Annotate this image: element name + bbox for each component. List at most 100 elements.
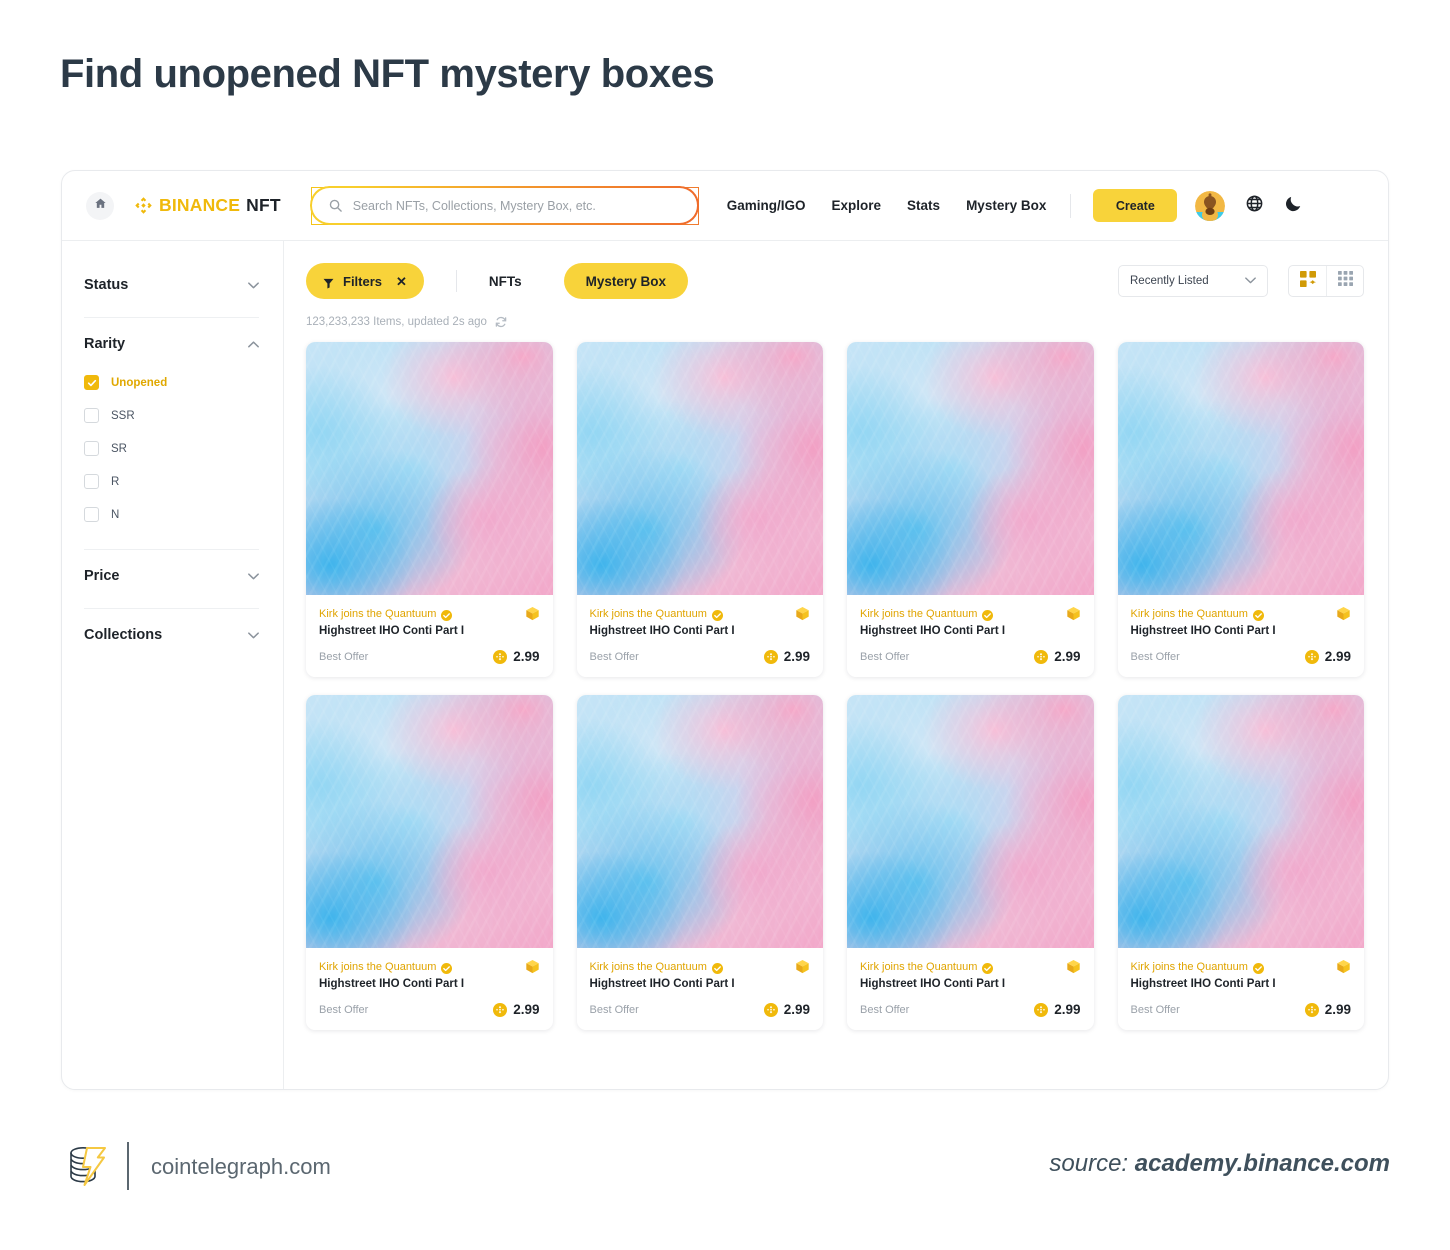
nft-price-row: Best Offer2.99 (590, 1002, 811, 1017)
nft-offer-label: Best Offer (860, 1004, 909, 1016)
nft-price: 2.99 (1034, 649, 1080, 664)
binance-diamond-icon (134, 196, 153, 215)
nft-collection-row: Kirk joins the Quantuum (1131, 959, 1352, 974)
nft-collection-name[interactable]: Kirk joins the Quantuum (1131, 608, 1248, 620)
nft-collection-name[interactable]: Kirk joins the Quantuum (319, 608, 436, 620)
nft-card[interactable]: Kirk joins the Quantuum Highstreet IHO Co… (847, 342, 1094, 677)
filter-group-status: Status (84, 263, 259, 307)
home-button[interactable] (86, 192, 114, 220)
nft-offer-label: Best Offer (1131, 651, 1180, 663)
nft-collection-name[interactable]: Kirk joins the Quantuum (319, 961, 436, 973)
nft-card[interactable]: Kirk joins the QuantuumHighstreet IHO Co… (1118, 695, 1365, 1030)
footer-site-label: cointelegraph.com (151, 1154, 331, 1180)
globe-icon[interactable] (1245, 194, 1264, 218)
checkbox-icon[interactable] (84, 507, 99, 522)
nft-title: Highstreet IHO Conti Part I (860, 625, 1081, 637)
filter-header-status[interactable]: Status (84, 263, 259, 307)
nav-divider (1070, 194, 1071, 218)
nft-card-body: Kirk joins the QuantuumHighstreet IHO Co… (577, 948, 824, 1030)
search-bar[interactable] (311, 187, 699, 225)
nft-collection-name[interactable]: Kirk joins the Quantuum (860, 961, 977, 973)
view-large-button[interactable] (1289, 266, 1326, 296)
filters-button[interactable]: Filters ✕ (306, 263, 424, 299)
mystery-box-icon (525, 606, 540, 621)
nft-card[interactable]: Kirk joins the QuantuumHighstreet IHO Co… (306, 695, 553, 1030)
sort-dropdown[interactable]: Recently Listed (1118, 265, 1268, 297)
nft-artwork[interactable] (847, 695, 1094, 948)
nft-card[interactable]: Kirk joins the Quantuum Highstreet IHO Co… (577, 342, 824, 677)
rarity-option-sr[interactable]: SR (84, 432, 259, 465)
nav-link-mystery-box[interactable]: Mystery Box (966, 198, 1046, 213)
nft-title: Highstreet IHO Conti Part I (1131, 625, 1352, 637)
nft-collection-name[interactable]: Kirk joins the Quantuum (590, 961, 707, 973)
checkbox-icon[interactable] (84, 441, 99, 456)
tab-nfts[interactable]: NFTs (489, 274, 522, 289)
view-small-button[interactable] (1326, 266, 1363, 296)
nft-artwork[interactable] (847, 342, 1094, 595)
mystery-box-icon (1066, 606, 1081, 621)
nft-price-row: Best Offer 2.99 (319, 1002, 540, 1017)
nft-price-value: 2.99 (1054, 649, 1080, 664)
nft-offer-label: Best Offer (319, 1004, 368, 1016)
nft-offer-label: Best Offer (319, 651, 368, 663)
nft-card[interactable]: Kirk joins the QuantuumHighstreet IHO Co… (847, 695, 1094, 1030)
mystery-box-icon (525, 959, 540, 974)
nft-offer-label: Best Offer (590, 1004, 639, 1016)
footer-source-prefix: source: (1049, 1150, 1134, 1177)
nft-collection-name[interactable]: Kirk joins the Quantuum (1131, 961, 1248, 973)
create-button[interactable]: Create (1093, 189, 1177, 222)
cointelegraph-logo (63, 1142, 111, 1190)
nft-card-body: Kirk joins the QuantuumHighstreet IHO Co… (306, 948, 553, 1030)
rarity-option-n[interactable]: N (84, 498, 259, 531)
nft-card-grid: Kirk joins the Quantuum Highstreet IHO Co… (306, 342, 1364, 1030)
nft-artwork[interactable] (306, 695, 553, 948)
verified-badge-icon (982, 608, 993, 619)
avatar[interactable] (1195, 191, 1225, 221)
checkbox-icon[interactable] (84, 408, 99, 423)
bnb-coin-icon (1034, 1003, 1048, 1017)
tab-mystery-box[interactable]: Mystery Box (564, 263, 688, 299)
filter-header-rarity[interactable]: Rarity (84, 322, 259, 366)
nft-collection-name[interactable]: Kirk joins the Quantuum (860, 608, 977, 620)
refresh-icon[interactable] (495, 316, 507, 328)
filter-header-collections[interactable]: Collections (84, 613, 259, 657)
rarity-option-unopened[interactable]: Unopened (84, 366, 259, 399)
nft-artwork[interactable] (1118, 342, 1365, 595)
filter-group-price: Price (84, 554, 259, 598)
divider (84, 549, 259, 550)
close-icon[interactable]: ✕ (396, 275, 407, 288)
moon-icon[interactable] (1284, 194, 1303, 218)
rarity-option-ssr[interactable]: SSR (84, 399, 259, 432)
brand-logo[interactable]: BINANCE NFT (134, 195, 281, 216)
nft-artwork[interactable] (306, 342, 553, 595)
filter-title-price: Price (84, 568, 119, 584)
nft-price-row: Best Offer2.99 (1131, 1002, 1352, 1017)
nft-price-value: 2.99 (513, 1002, 539, 1017)
checkbox-checked-icon[interactable] (84, 375, 99, 390)
nft-collection-name[interactable]: Kirk joins the Quantuum (590, 608, 707, 620)
nft-title: Highstreet IHO Conti Part I (590, 625, 811, 637)
nav-links: Gaming/IGO Explore Stats Mystery Box (727, 198, 1047, 213)
brand-nft-text: NFT (246, 195, 281, 216)
nft-artwork[interactable] (577, 695, 824, 948)
nav-link-stats[interactable]: Stats (907, 198, 940, 213)
checkbox-icon[interactable] (84, 474, 99, 489)
nft-price-row: Best Offer2.99 (319, 649, 540, 664)
nft-card[interactable]: Kirk joins the QuantuumHighstreet IHO Co… (577, 695, 824, 1030)
nft-price-row: Best Offer2.99 (590, 649, 811, 664)
nft-card-body: Kirk joins the QuantuumHighstreet IHO Co… (1118, 948, 1365, 1030)
nft-card[interactable]: Kirk joins the Quantuum Highstreet IHO Co… (306, 342, 553, 677)
nav-link-explore[interactable]: Explore (832, 198, 882, 213)
nft-card[interactable]: Kirk joins the Quantuum Highstreet IHO Co… (1118, 342, 1365, 677)
search-input[interactable] (353, 199, 682, 213)
footer-source: source: academy.binance.com (1049, 1150, 1390, 1178)
rarity-option-r[interactable]: R (84, 465, 259, 498)
nft-collection-row: Kirk joins the Quantuum (319, 959, 540, 974)
nav-link-gaming-igo[interactable]: Gaming/IGO (727, 198, 806, 213)
nft-artwork[interactable] (1118, 695, 1365, 948)
nft-artwork[interactable] (577, 342, 824, 595)
bnb-coin-icon (493, 650, 507, 664)
filter-header-price[interactable]: Price (84, 554, 259, 598)
nft-title: Highstreet IHO Conti Part I (319, 625, 540, 637)
nft-price-value: 2.99 (1054, 1002, 1080, 1017)
